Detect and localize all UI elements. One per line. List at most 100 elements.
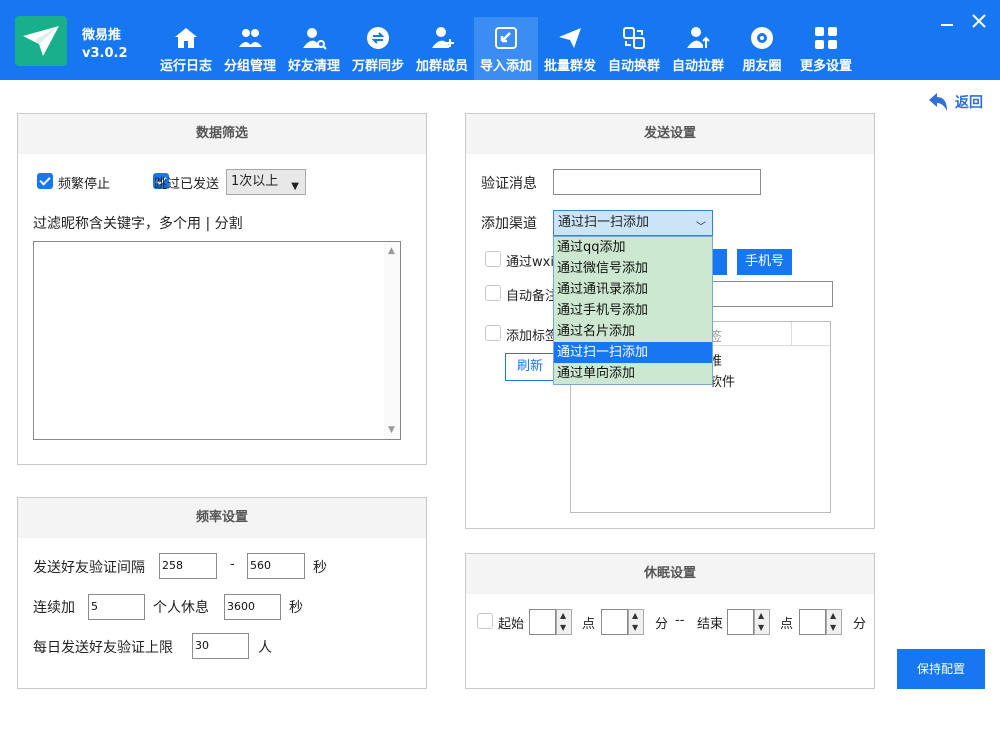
scroll-down-icon[interactable]: ▼ <box>388 425 395 435</box>
phone-button[interactable]: 手机号 <box>737 249 792 275</box>
minimize-icon[interactable] <box>938 12 956 30</box>
rest-unit: 秒 <box>289 600 303 616</box>
spinner-arrows[interactable]: ▲ ▼ <box>754 609 770 635</box>
import-icon <box>495 27 517 49</box>
wxid-button-edge[interactable] <box>712 249 727 275</box>
spin-down-icon[interactable]: ▼ <box>632 623 638 632</box>
nav-mass[interactable]: 批量群发 <box>538 17 602 80</box>
sleep-start-label: 起始 <box>498 617 525 632</box>
nav-group[interactable]: 分组管理 <box>218 17 282 80</box>
channel-option[interactable]: 通过通讯录添加 <box>554 279 712 300</box>
start-minute-input[interactable] <box>601 609 628 635</box>
verify-label: 验证消息 <box>481 176 537 192</box>
user-up-icon <box>687 27 710 48</box>
filter-title: 数据筛选 <box>18 114 426 154</box>
nav-label: 自动拉群 <box>671 59 724 74</box>
spin-up-icon[interactable]: ▲ <box>830 611 836 620</box>
channel-option[interactable]: 通过名片添加 <box>554 321 712 342</box>
channel-option[interactable]: 通过qq添加 <box>554 237 712 258</box>
swap-icon <box>623 27 645 49</box>
auto-remark-label: 自动备注 <box>506 289 559 304</box>
channel-option-selected[interactable]: 通过扫一扫添加 <box>554 342 712 363</box>
nav-clean[interactable]: 好友清理 <box>282 17 346 80</box>
nav-sync[interactable]: 万群同步 <box>346 17 410 80</box>
end-hour-unit: 点 <box>780 617 794 632</box>
sleep-end-label: 结束 <box>697 617 724 632</box>
textarea-scrollbar[interactable]: ▲ ▼ <box>384 242 400 439</box>
channel-option[interactable]: 通过单向添加 <box>554 363 712 384</box>
save-config-button[interactable]: 保持配置 <box>897 649 985 689</box>
add-tag-label: 添加标签 <box>506 329 559 344</box>
column-divider <box>791 322 792 346</box>
end-hour-input[interactable] <box>727 609 754 635</box>
channel-select[interactable]: 通过扫一扫添加 ﹀ <box>553 210 713 236</box>
nav-swap[interactable]: 自动换群 <box>602 17 666 80</box>
add-tag-checkbox[interactable] <box>485 325 501 341</box>
send-icon <box>559 28 581 48</box>
user-search-icon <box>303 28 327 50</box>
spin-down-icon[interactable]: ▼ <box>830 623 836 632</box>
start-minute-spinner[interactable]: ▲ ▼ <box>601 609 646 635</box>
channel-dropdown-list: 通过qq添加 通过微信号添加 通过通讯录添加 通过手机号添加 通过名片添加 通过… <box>553 236 713 385</box>
skip-count-select[interactable]: 1次以上 ▼ <box>226 169 306 195</box>
end-minute-spinner[interactable]: ▲ ▼ <box>799 609 844 635</box>
spin-up-icon[interactable]: ▲ <box>560 611 566 620</box>
start-hour-spinner[interactable]: ▲ ▼ <box>529 609 574 635</box>
start-hour-unit: 点 <box>582 617 596 632</box>
channel-option[interactable]: 通过微信号添加 <box>554 258 712 279</box>
spin-down-icon[interactable]: ▼ <box>560 623 566 632</box>
spinner-arrows[interactable]: ▲ ▼ <box>628 609 644 635</box>
spinner-arrows[interactable]: ▲ ▼ <box>826 609 842 635</box>
rate-title: 频率设置 <box>18 498 426 538</box>
skip-sent-label: 跳过已发送 <box>154 177 220 192</box>
time-separator: -- <box>675 613 685 628</box>
spinner-arrows[interactable]: ▲ ▼ <box>556 609 572 635</box>
rest-input[interactable]: 3600 <box>224 594 281 620</box>
interval-min-input[interactable]: 258 <box>159 553 217 579</box>
spin-down-icon[interactable]: ▼ <box>758 623 764 632</box>
title-bar: 微易推 v3.0.2 运行日志 分组管理 好友清理 万群同步 加群成员 导入添加 <box>0 0 1000 80</box>
nav-import[interactable]: 导入添加 <box>474 17 538 80</box>
close-icon[interactable] <box>970 12 988 30</box>
daily-unit: 人 <box>258 640 272 656</box>
freq-stop-checkbox[interactable] <box>37 173 53 189</box>
sleep-checkbox[interactable] <box>477 613 493 629</box>
sleep-title: 休眠设置 <box>466 554 874 594</box>
nav-more[interactable]: 更多设置 <box>794 17 858 80</box>
keyword-textarea[interactable]: ▲ ▼ <box>33 241 401 440</box>
via-wxid-checkbox[interactable] <box>485 251 501 267</box>
interval-dash: - <box>230 557 235 572</box>
auto-remark-checkbox[interactable] <box>485 285 501 301</box>
spin-up-icon[interactable]: ▲ <box>758 611 764 620</box>
continuous-input[interactable]: 5 <box>88 594 145 620</box>
nav-label: 批量群发 <box>543 59 596 74</box>
remark-input[interactable] <box>712 281 833 307</box>
app-version: v3.0.2 <box>82 46 128 61</box>
scroll-up-icon[interactable]: ▲ <box>388 246 395 256</box>
refresh-button[interactable]: 刷新 <box>505 353 555 381</box>
nav-join[interactable]: 加群成员 <box>410 17 474 80</box>
channel-option[interactable]: 通过手机号添加 <box>554 300 712 321</box>
camera-icon <box>751 27 773 49</box>
verify-input[interactable] <box>553 169 761 195</box>
nav-moments[interactable]: 朋友圈 <box>730 17 794 80</box>
daily-input[interactable]: 30 <box>192 633 249 659</box>
nav-label: 导入添加 <box>479 59 532 74</box>
send-title: 发送设置 <box>466 114 874 154</box>
nav-label: 好友清理 <box>287 59 340 74</box>
rate-panel: 频率设置 <box>17 497 427 689</box>
start-hour-input[interactable] <box>529 609 556 635</box>
skip-count-value: 1次以上 <box>231 174 279 189</box>
freq-stop-label: 频繁停止 <box>58 177 111 192</box>
end-hour-spinner[interactable]: ▲ ▼ <box>727 609 772 635</box>
nav-log[interactable]: 运行日志 <box>154 17 218 80</box>
end-minute-input[interactable] <box>799 609 826 635</box>
via-wxid-label: 通过wxi <box>506 255 554 270</box>
nav-pull[interactable]: 自动拉群 <box>666 17 730 80</box>
back-button[interactable]: 返回 <box>927 92 983 112</box>
nav-label: 朋友圈 <box>742 59 782 74</box>
interval-max-input[interactable]: 560 <box>247 553 305 579</box>
main-nav: 运行日志 分组管理 好友清理 万群同步 加群成员 导入添加 批量群发 自动换群 <box>154 17 858 80</box>
users-icon <box>239 29 262 47</box>
spin-up-icon[interactable]: ▲ <box>632 611 638 620</box>
